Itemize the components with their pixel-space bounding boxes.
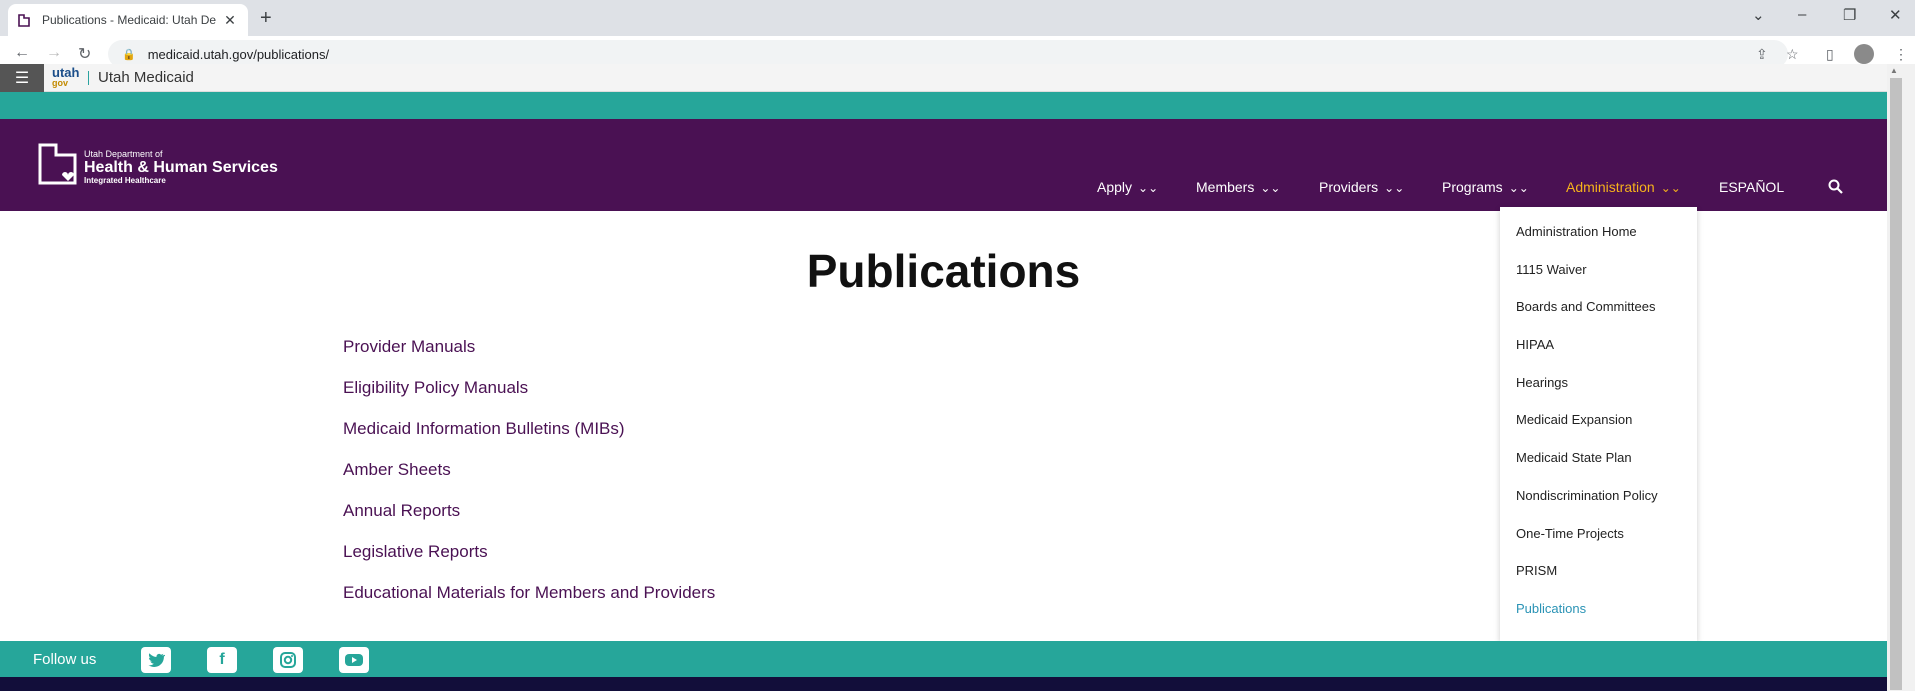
menu-item-medicaid-state-plan[interactable]: Medicaid State Plan [1500, 439, 1697, 477]
social-footer: Follow us f [0, 641, 1887, 677]
menu-item-reporting-fraud[interactable]: Reporting Fraud [1500, 628, 1697, 641]
site-header: Utah Department of Health & Human Servic… [0, 119, 1887, 211]
page-favicon-icon [18, 13, 32, 27]
menu-item-prism[interactable]: PRISM [1500, 552, 1697, 590]
instagram-icon[interactable] [273, 647, 303, 673]
page-scrollbar[interactable]: ▲ [1887, 64, 1915, 691]
bookmark-star-icon[interactable]: ☆ [1786, 46, 1799, 63]
menu-item-publications[interactable]: Publications [1500, 590, 1697, 628]
menu-item-medicaid-expansion[interactable]: Medicaid Expansion [1500, 401, 1697, 439]
search-icon[interactable] [1828, 179, 1843, 198]
link-amber-sheets[interactable]: Amber Sheets [343, 459, 715, 500]
restore-icon[interactable]: ❐ [1843, 6, 1856, 24]
link-provider-manuals[interactable]: Provider Manuals [343, 336, 715, 377]
site-name[interactable]: Utah Medicaid [98, 69, 194, 86]
nav-apply[interactable]: Apply ⌄⌄ [1097, 179, 1158, 195]
teal-banner [0, 92, 1887, 119]
twitter-icon[interactable] [141, 647, 171, 673]
menu-item-one-time-projects[interactable]: One-Time Projects [1500, 515, 1697, 553]
menu-item-hearings[interactable]: Hearings [1500, 364, 1697, 402]
link-annual-reports[interactable]: Annual Reports [343, 500, 715, 541]
utah-gov-bar: ☰ utah gov Utah Medicaid [0, 64, 1887, 92]
follow-us-label: Follow us [33, 651, 97, 668]
side-panel-icon[interactable]: ▯ [1826, 46, 1834, 63]
youtube-icon[interactable] [339, 647, 369, 673]
divider [88, 71, 89, 85]
scrollbar-thumb[interactable] [1890, 78, 1902, 690]
scroll-up-icon[interactable]: ▲ [1890, 66, 1898, 75]
back-icon[interactable]: ← [14, 44, 30, 62]
url-text: medicaid.utah.gov/publications/ [147, 46, 330, 62]
window-close-icon[interactable]: ✕ [1889, 6, 1902, 24]
forward-icon[interactable]: → [46, 44, 62, 62]
utah-gov-logo[interactable]: utah gov [52, 66, 79, 88]
minimize-icon[interactable]: – [1798, 6, 1806, 23]
double-chevron-down-icon: ⌄⌄ [1260, 181, 1281, 195]
reload-icon[interactable]: ↻ [78, 44, 91, 64]
profile-avatar[interactable] [1854, 44, 1874, 64]
double-chevron-down-icon: ⌄⌄ [1384, 181, 1405, 195]
link-eligibility-policy-manuals[interactable]: Eligibility Policy Manuals [343, 377, 715, 418]
menu-item-boards-and-committees[interactable]: Boards and Committees [1500, 288, 1697, 326]
hamburger-menu-icon[interactable]: ☰ [0, 64, 44, 92]
menu-item-administration-home[interactable]: Administration Home [1500, 213, 1697, 251]
nav-providers[interactable]: Providers ⌄⌄ [1319, 179, 1404, 195]
nav-administration[interactable]: Administration ⌄⌄ [1566, 179, 1681, 195]
menu-item-nondiscrimination-policy[interactable]: Nondiscrimination Policy [1500, 477, 1697, 515]
browser-tab-strip: Publications - Medicaid: Utah De ✕ + ⌄ –… [0, 0, 1915, 36]
browser-tab[interactable]: Publications - Medicaid: Utah De ✕ [8, 4, 248, 36]
administration-dropdown-menu: Administration Home 1115 Waiver Boards a… [1500, 207, 1697, 641]
link-educational-materials[interactable]: Educational Materials for Members and Pr… [343, 582, 715, 623]
share-icon[interactable]: ⇪ [1756, 46, 1768, 63]
nav-programs[interactable]: Programs ⌄⌄ [1442, 179, 1529, 195]
link-medicaid-information-bulletins[interactable]: Medicaid Information Bulletins (MIBs) [343, 418, 715, 459]
menu-item-hipaa[interactable]: HIPAA [1500, 326, 1697, 364]
dhhs-logo[interactable]: Utah Department of Health & Human Servic… [38, 143, 278, 185]
tab-search-icon[interactable]: ⌄ [1752, 6, 1765, 24]
double-chevron-down-icon: ⌄⌄ [1660, 181, 1681, 195]
nav-espanol[interactable]: ESPAÑOL [1719, 179, 1784, 195]
footer-dark-band [0, 677, 1887, 691]
publications-list: Provider Manuals Eligibility Policy Manu… [343, 336, 715, 623]
lock-icon: 🔒 [122, 48, 136, 61]
new-tab-button[interactable]: + [260, 8, 272, 28]
nav-members[interactable]: Members ⌄⌄ [1196, 179, 1280, 195]
tab-title: Publications - Medicaid: Utah De [42, 13, 217, 27]
tab-close-icon[interactable]: ✕ [222, 12, 238, 29]
menu-kebab-icon[interactable]: ⋮ [1894, 46, 1908, 63]
facebook-icon[interactable]: f [207, 647, 237, 673]
utah-state-logo-icon [38, 143, 77, 185]
double-chevron-down-icon: ⌄⌄ [1508, 181, 1529, 195]
menu-item-1115-waiver[interactable]: 1115 Waiver [1500, 251, 1697, 289]
double-chevron-down-icon: ⌄⌄ [1138, 181, 1159, 195]
link-legislative-reports[interactable]: Legislative Reports [343, 541, 715, 582]
